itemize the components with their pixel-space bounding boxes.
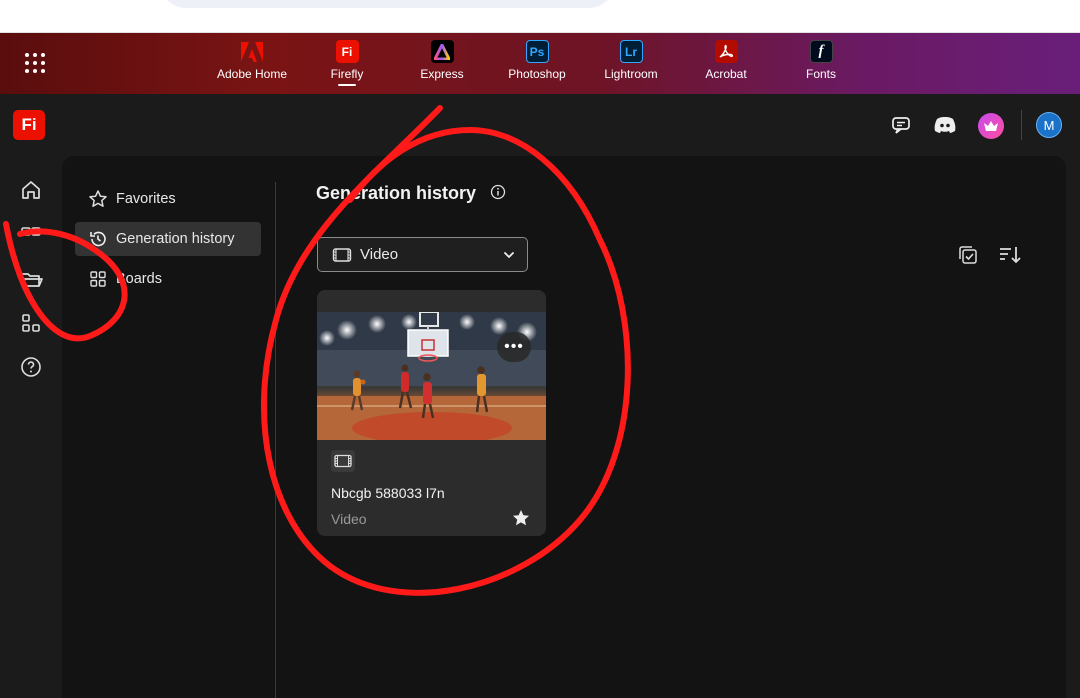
app-lightroom[interactable]: Lr Lightroom [591,40,671,81]
panel-divider [275,182,276,698]
app-label: Lightroom [604,67,658,81]
boards-icon [90,271,106,287]
page-title: Generation history [316,183,477,203]
app-express[interactable]: Express [402,40,482,81]
generate-icon[interactable] [19,224,43,248]
select-multiple-icon[interactable] [957,244,979,271]
left-rail [0,154,62,698]
app-photoshop[interactable]: Ps Photoshop [497,40,577,81]
photoshop-icon: Ps [525,40,549,63]
star-favorite-icon[interactable] [511,508,531,533]
discord-icon[interactable] [933,113,957,137]
app-firefly[interactable]: Fi Firefly [307,40,387,86]
history-icon [90,231,106,247]
express-icon [430,40,454,63]
app-grid-icon[interactable] [25,53,45,73]
header-divider [1021,110,1022,140]
video-icon [331,450,355,472]
nav-label: Generation history [116,231,235,247]
firefly-header: Fi M [0,94,1080,154]
browser-strip [0,0,1080,33]
star-outline-icon [89,190,107,207]
video-icon [332,247,352,262]
app-adobe-home[interactable]: Adobe Home [212,40,292,81]
app-label: Acrobat [705,67,747,81]
acrobat-icon [714,40,738,63]
browser-address-bar[interactable] [160,0,615,8]
info-icon[interactable] [490,184,506,205]
fonts-icon: f [809,40,833,63]
sort-icon[interactable] [998,244,1022,271]
app-label: Adobe Home [216,67,288,81]
media-type-filter[interactable]: Video [317,237,528,272]
app-fonts[interactable]: f Fonts [781,40,861,81]
app-label: Firefly [330,67,364,81]
more-options-button[interactable]: ••• [497,332,531,362]
files-panel: Favorites Generation history Boards Gene… [62,156,1066,698]
app-label: Express [420,67,464,81]
nav-generation-history[interactable]: Generation history [75,222,261,256]
nav-label: Favorites [116,191,176,207]
help-icon[interactable] [19,355,43,379]
feedback-icon[interactable] [889,113,913,137]
home-icon[interactable] [19,178,43,202]
nav-label: Boards [116,271,162,287]
app-label: Fonts [805,67,836,81]
chevron-down-icon [504,252,514,258]
files-folder-icon[interactable] [19,267,43,291]
filter-value: Video [360,246,399,263]
generation-card[interactable]: ••• Nbcgb 588033 l7n Video [317,290,546,536]
video-thumbnail[interactable]: ••• [317,312,546,440]
active-app-indicator [338,84,356,86]
card-type: Video [331,511,367,527]
adobe-logo-icon [241,40,264,63]
nav-boards[interactable]: Boards [75,262,261,296]
nav-favorites[interactable]: Favorites [75,182,261,216]
lightroom-icon: Lr [619,40,643,63]
avatar[interactable]: M [1036,112,1062,138]
card-title: Nbcgb 588033 l7n [331,485,445,501]
app-switcher-bar: Adobe Home Fi Firefly Express Ps Photosh… [0,33,1080,94]
app-label: Photoshop [508,67,566,81]
firefly-logo[interactable]: Fi [13,110,45,140]
boards-icon[interactable] [19,311,43,335]
app-acrobat[interactable]: Acrobat [686,40,766,81]
crown-premium-icon[interactable] [978,113,1004,139]
firefly-icon: Fi [335,40,359,63]
